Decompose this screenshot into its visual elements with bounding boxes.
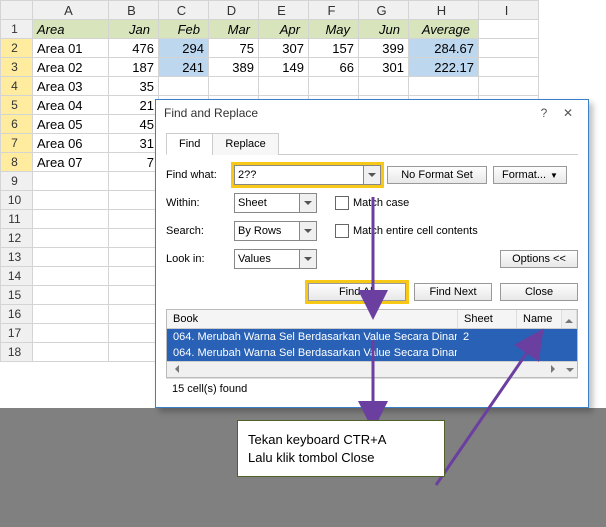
cell[interactable] [33, 305, 109, 324]
no-format-button[interactable]: No Format Set [387, 166, 487, 184]
instruction-tooltip: Tekan keyboard CTR+A Lalu klik tombol Cl… [237, 420, 445, 477]
cell[interactable]: Average [409, 20, 479, 39]
cell[interactable] [109, 210, 159, 229]
cell[interactable]: 21 [109, 96, 159, 115]
within-label: Within: [166, 197, 228, 209]
cell[interactable] [33, 191, 109, 210]
cell[interactable]: 294 [159, 39, 209, 58]
annotation-arrow-2 [365, 340, 385, 429]
cell[interactable] [109, 286, 159, 305]
find-what-label: Find what: [166, 169, 228, 181]
cell[interactable]: Apr [259, 20, 309, 39]
cell[interactable]: Feb [159, 20, 209, 39]
cell[interactable]: 222.17 [409, 58, 479, 77]
cell[interactable]: 35 [109, 77, 159, 96]
cell[interactable]: 7 [109, 153, 159, 172]
chevron-down-icon[interactable] [300, 221, 317, 241]
chevron-down-icon[interactable] [300, 193, 317, 213]
cell[interactable] [479, 77, 539, 96]
cell[interactable]: Area 01 [33, 39, 109, 58]
tab-find[interactable]: Find [166, 133, 213, 155]
cell[interactable]: 241 [159, 58, 209, 77]
chevron-down-icon[interactable] [300, 249, 317, 269]
cell[interactable] [479, 58, 539, 77]
cell[interactable]: Area 05 [33, 115, 109, 134]
search-label: Search: [166, 225, 228, 237]
scroll-up-icon[interactable] [562, 310, 577, 328]
cell[interactable]: Area 02 [33, 58, 109, 77]
col-name[interactable]: Name [517, 310, 562, 328]
cell[interactable] [109, 267, 159, 286]
cell[interactable]: Mar [209, 20, 259, 39]
dialog-titlebar[interactable]: Find and Replace ? ✕ [156, 100, 588, 126]
cell[interactable] [33, 343, 109, 362]
cell[interactable] [479, 20, 539, 39]
cell[interactable]: 31 [109, 134, 159, 153]
cell[interactable]: May [309, 20, 359, 39]
cell[interactable]: 389 [209, 58, 259, 77]
cell[interactable] [109, 324, 159, 343]
cell[interactable] [33, 248, 109, 267]
cell[interactable]: 301 [359, 58, 409, 77]
chevron-down-icon[interactable] [364, 165, 381, 185]
cell[interactable] [109, 305, 159, 324]
close-icon[interactable]: ✕ [556, 106, 580, 120]
col-sheet[interactable]: Sheet [458, 310, 517, 328]
cell[interactable]: 187 [109, 58, 159, 77]
annotation-arrow-3 [430, 335, 550, 498]
cell[interactable] [159, 77, 209, 96]
cell[interactable]: 307 [259, 39, 309, 58]
cell[interactable]: Area 07 [33, 153, 109, 172]
cell[interactable] [109, 191, 159, 210]
cell[interactable]: Area 06 [33, 134, 109, 153]
cell[interactable] [109, 172, 159, 191]
format-button[interactable]: Format...▼ [493, 166, 567, 184]
cell[interactable]: 45 [109, 115, 159, 134]
tab-replace[interactable]: Replace [212, 133, 278, 155]
cell[interactable] [33, 229, 109, 248]
within-select[interactable]: Sheet [234, 193, 317, 213]
cell[interactable] [33, 286, 109, 305]
dialog-tabs: Find Replace [166, 132, 578, 155]
scroll-down-icon[interactable] [563, 361, 577, 377]
find-all-button[interactable]: Find All [308, 283, 406, 301]
find-next-button[interactable]: Find Next [414, 283, 492, 301]
cell[interactable] [109, 343, 159, 362]
col-book[interactable]: Book [167, 310, 458, 328]
cell[interactable] [33, 210, 109, 229]
cell[interactable]: Jan [109, 20, 159, 39]
cell[interactable] [109, 248, 159, 267]
dialog-title: Find and Replace [164, 106, 532, 120]
cell[interactable]: 149 [259, 58, 309, 77]
cell[interactable]: 75 [209, 39, 259, 58]
annotation-arrow-1 [365, 197, 385, 318]
cell[interactable] [209, 77, 259, 96]
cell[interactable] [259, 77, 309, 96]
cell[interactable]: 399 [359, 39, 409, 58]
help-icon[interactable]: ? [532, 106, 556, 120]
close-button[interactable]: Close [500, 283, 578, 301]
cell[interactable]: 66 [309, 58, 359, 77]
match-entire-checkbox[interactable]: Match entire cell contents [335, 224, 478, 238]
lookin-label: Look in: [166, 253, 228, 265]
cell[interactable]: 157 [309, 39, 359, 58]
find-what-input[interactable]: 2?? [234, 165, 381, 185]
search-select[interactable]: By Rows [234, 221, 317, 241]
cell[interactable] [33, 172, 109, 191]
lookin-select[interactable]: Values [234, 249, 317, 269]
cell[interactable]: 476 [109, 39, 159, 58]
cell[interactable] [479, 39, 539, 58]
cell[interactable]: Jun [359, 20, 409, 39]
cell[interactable]: Area 04 [33, 96, 109, 115]
cell[interactable]: 284.67 [409, 39, 479, 58]
options-button[interactable]: Options << [500, 250, 578, 268]
cell[interactable]: Area [33, 20, 109, 39]
cell[interactable]: Area 03 [33, 77, 109, 96]
cell[interactable] [33, 267, 109, 286]
cell[interactable] [359, 77, 409, 96]
cell[interactable] [33, 324, 109, 343]
cell[interactable] [109, 229, 159, 248]
cell[interactable] [309, 77, 359, 96]
cell[interactable] [409, 77, 479, 96]
